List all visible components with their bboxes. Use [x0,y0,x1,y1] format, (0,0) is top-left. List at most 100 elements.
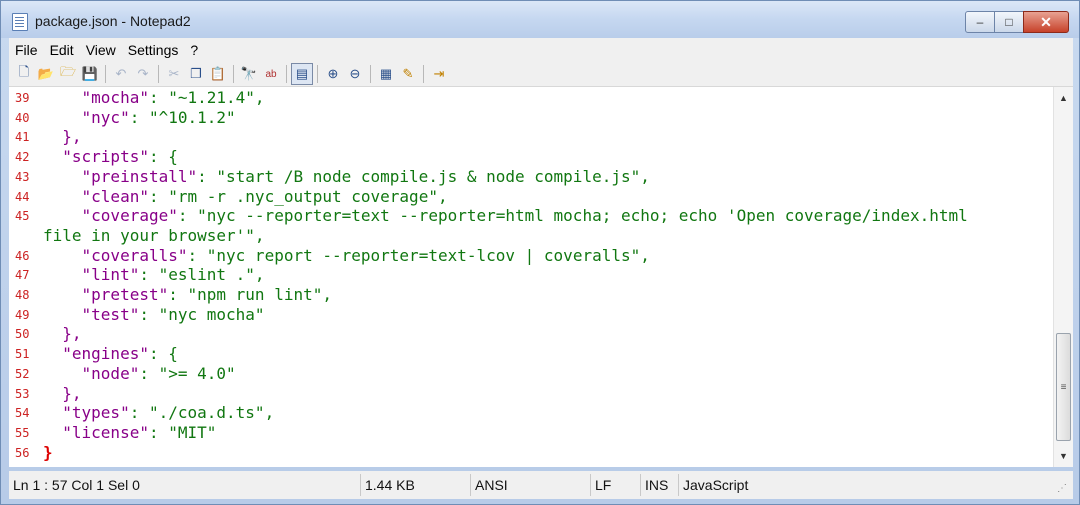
json-key: "mocha" [81,88,149,107]
json-key: "clean" [81,186,149,206]
scrollbar-thumb[interactable]: ≡ [1056,333,1071,441]
json-value: : "rm -r .nyc_output coverage", [148,186,448,206]
editor-area[interactable]: 39 "mocha": "~1.21.4", 40 "nyc": "^10.1.2… [9,87,1053,467]
toolbar-separator [158,65,159,83]
line-number: 51 [15,347,30,362]
new-file-icon[interactable]: 🗋 [13,63,35,85]
code-line[interactable]: 51 "engines": { [9,344,1053,364]
code-line[interactable]: 48 "pretest": "npm run lint", [9,285,1053,305]
vertical-scrollbar[interactable]: ▲ ≡ ▼ [1053,87,1073,467]
open-icon[interactable]: 📂 [35,63,57,85]
line-number: 49 [15,307,30,322]
code-line[interactable]: 53 }, [9,384,1053,404]
line-number: 55 [15,425,30,440]
notepad2-window: package.json - Notepad2 – □ ✕ File Edit … [0,0,1080,505]
json-key: "types" [62,403,130,423]
status-language[interactable]: JavaScript [679,474,819,496]
code-text: "mocha": "~1.21.4", [43,88,265,108]
line-number: 42 [15,150,30,165]
code-text: "scripts": { [43,147,178,167]
redo-icon[interactable]: ↷ [132,63,154,85]
code-line[interactable]: 43 "preinstall": "start /B node compile.… [9,167,1053,187]
cut-icon[interactable]: ✂ [163,63,185,85]
zoom-out-icon[interactable]: ⊖ [344,63,366,85]
line-number: 40 [15,110,30,125]
exit-icon[interactable]: ⇥ [428,63,450,85]
code-line[interactable]: file in your browser'", [9,226,1053,246]
menu-settings[interactable]: Settings [122,42,185,58]
status-line-ending[interactable]: LF [591,474,641,496]
json-value: : { [148,344,178,364]
toolbar: 🗋 📂 🗁 💾 ↶ ↷ ✂ ❐ 📋 🔭 ab ▤ ⊕ ⊖ ▦ ✎ ⇥ [9,62,1073,87]
json-value: : ">= 4.0" [139,363,236,383]
code-line[interactable]: 42 "scripts": { [9,147,1053,167]
json-value: file in your browser'", [43,225,265,245]
json-value: : "~1.21.4", [148,88,265,107]
word-wrap-icon[interactable]: ▤ [291,63,313,85]
minimize-button[interactable]: – [965,11,995,33]
save-icon[interactable]: 💾 [79,63,101,85]
toolbar-separator [286,65,287,83]
code-line[interactable]: 54 "types": "./coa.d.ts", [9,403,1053,423]
code-line[interactable]: 45 "coverage": "nyc --reporter=text --re… [9,206,1053,226]
json-key: "coveralls" [81,245,188,265]
json-key: "license" [62,422,149,442]
line-number: 53 [15,386,30,401]
browse-icon[interactable]: 🗁 [57,63,79,85]
menu-edit[interactable]: Edit [44,42,80,58]
json-value: : "nyc report --reporter=text-lcov | cov… [187,245,650,265]
paste-icon[interactable]: 📋 [207,63,229,85]
window-controls: – □ ✕ [965,11,1069,33]
code-line[interactable]: 39 "mocha": "~1.21.4", [9,88,1053,108]
json-value: } [43,442,53,462]
menu-help[interactable]: ? [184,42,204,58]
line-number: 48 [15,288,30,302]
menu-bar: File Edit View Settings ? [9,38,1073,62]
code-text: "preinstall": "start /B node compile.js … [43,167,650,187]
find-icon[interactable]: 🔭 [238,63,260,85]
code-line[interactable]: 47 "lint": "eslint .", [9,265,1053,285]
code-text: "nyc": "^10.1.2" [43,108,236,128]
scheme-icon[interactable]: ▦ [375,63,397,85]
line-number: 39 [15,91,30,105]
code-line[interactable]: 52 "node": ">= 4.0" [9,364,1053,384]
toolbar-separator [423,65,424,83]
status-encoding[interactable]: ANSI [471,474,591,496]
toolbar-separator [370,65,371,83]
status-position: Ln 1 : 57 Col 1 Sel 0 [9,474,361,496]
line-number: 43 [15,169,30,184]
status-bar: Ln 1 : 57 Col 1 Sel 0 1.44 KB ANSI LF IN… [9,471,1073,499]
code-text: "types": "./coa.d.ts", [43,403,274,423]
code-line[interactable]: 41 }, [9,127,1053,147]
menu-file[interactable]: File [9,42,44,58]
code-line[interactable]: 56} [9,443,1053,463]
customize-icon[interactable]: ✎ [397,63,419,85]
close-button[interactable]: ✕ [1023,11,1069,33]
line-number: 41 [15,130,30,145]
json-key: "scripts" [62,147,149,167]
notepad-app-icon [12,13,28,31]
code-line[interactable]: 44 "clean": "rm -r .nyc_output coverage"… [9,187,1053,207]
code-text: "clean": "rm -r .nyc_output coverage", [43,187,448,207]
code-line[interactable]: 50 }, [9,324,1053,344]
line-number: 44 [15,189,30,204]
scroll-down-arrow-icon[interactable]: ▼ [1054,447,1073,465]
status-insert-mode[interactable]: INS [641,474,679,496]
undo-icon[interactable]: ↶ [110,63,132,85]
code-line[interactable]: 55 "license": "MIT" [9,423,1053,443]
code-text: "pretest": "npm run lint", [43,285,332,305]
code-line[interactable]: 46 "coveralls": "nyc report --reporter=t… [9,246,1053,266]
menu-view[interactable]: View [80,42,122,58]
maximize-button[interactable]: □ [994,11,1024,33]
replace-icon[interactable]: ab [260,63,282,85]
copy-icon[interactable]: ❐ [185,63,207,85]
zoom-in-icon[interactable]: ⊕ [322,63,344,85]
code-text: }, [43,324,81,344]
code-text: "license": "MIT" [43,423,216,443]
code-text: "coveralls": "nyc report --reporter=text… [43,246,650,266]
code-line[interactable]: 40 "nyc": "^10.1.2" [9,108,1053,128]
title-bar[interactable]: package.json - Notepad2 – □ ✕ [1,1,1079,38]
resize-grip-icon[interactable]: ⋰ [1057,483,1069,495]
scroll-up-arrow-icon[interactable]: ▲ [1054,89,1073,107]
code-line[interactable]: 49 "test": "nyc mocha" [9,305,1053,325]
